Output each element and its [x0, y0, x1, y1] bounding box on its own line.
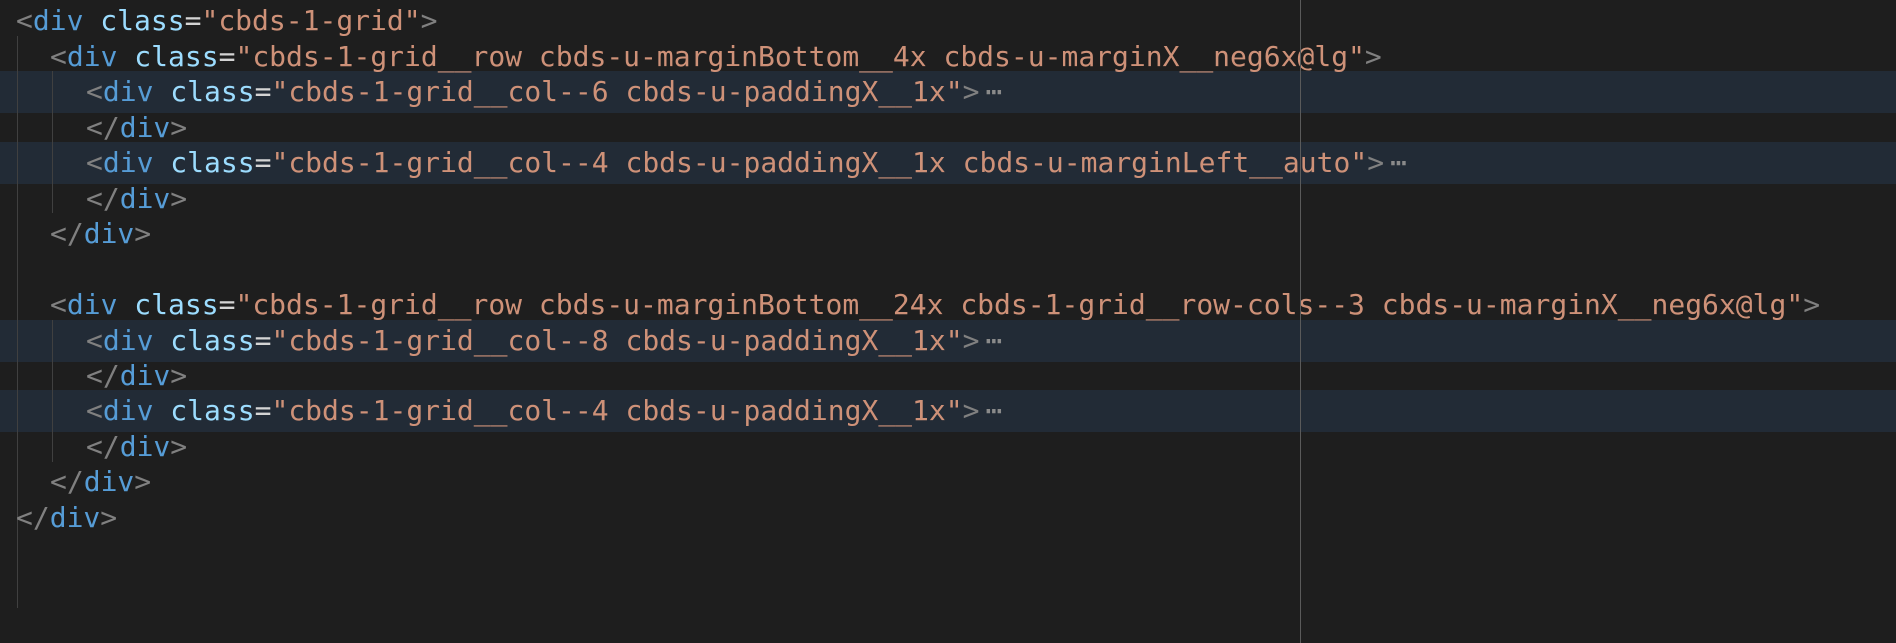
fold-ellipsis-icon[interactable]: ⋯ — [985, 324, 1002, 357]
code-line-15: </div> — [16, 501, 118, 534]
editor-ruler — [1300, 0, 1301, 643]
code-line-7: </div> — [50, 217, 152, 250]
code-line-10: <div class="cbds-1-grid__col--8 cbds-u-p… — [86, 324, 1003, 357]
code-line-5: <div class="cbds-1-grid__col--4 cbds-u-p… — [86, 146, 1407, 179]
code-line-3: <div class="cbds-1-grid__col--6 cbds-u-p… — [86, 75, 1003, 108]
fold-ellipsis-icon[interactable]: ⋯ — [1390, 146, 1407, 179]
indent-guide — [52, 71, 53, 213]
fold-ellipsis-icon[interactable]: ⋯ — [985, 394, 1002, 427]
indent-guide — [52, 320, 53, 462]
code-line-12: <div class="cbds-1-grid__col--4 cbds-u-p… — [86, 394, 1003, 427]
fold-ellipsis-icon[interactable]: ⋯ — [985, 75, 1002, 108]
code-editor[interactable]: <div class="cbds-1-grid"> <div class="cb… — [0, 0, 1896, 643]
